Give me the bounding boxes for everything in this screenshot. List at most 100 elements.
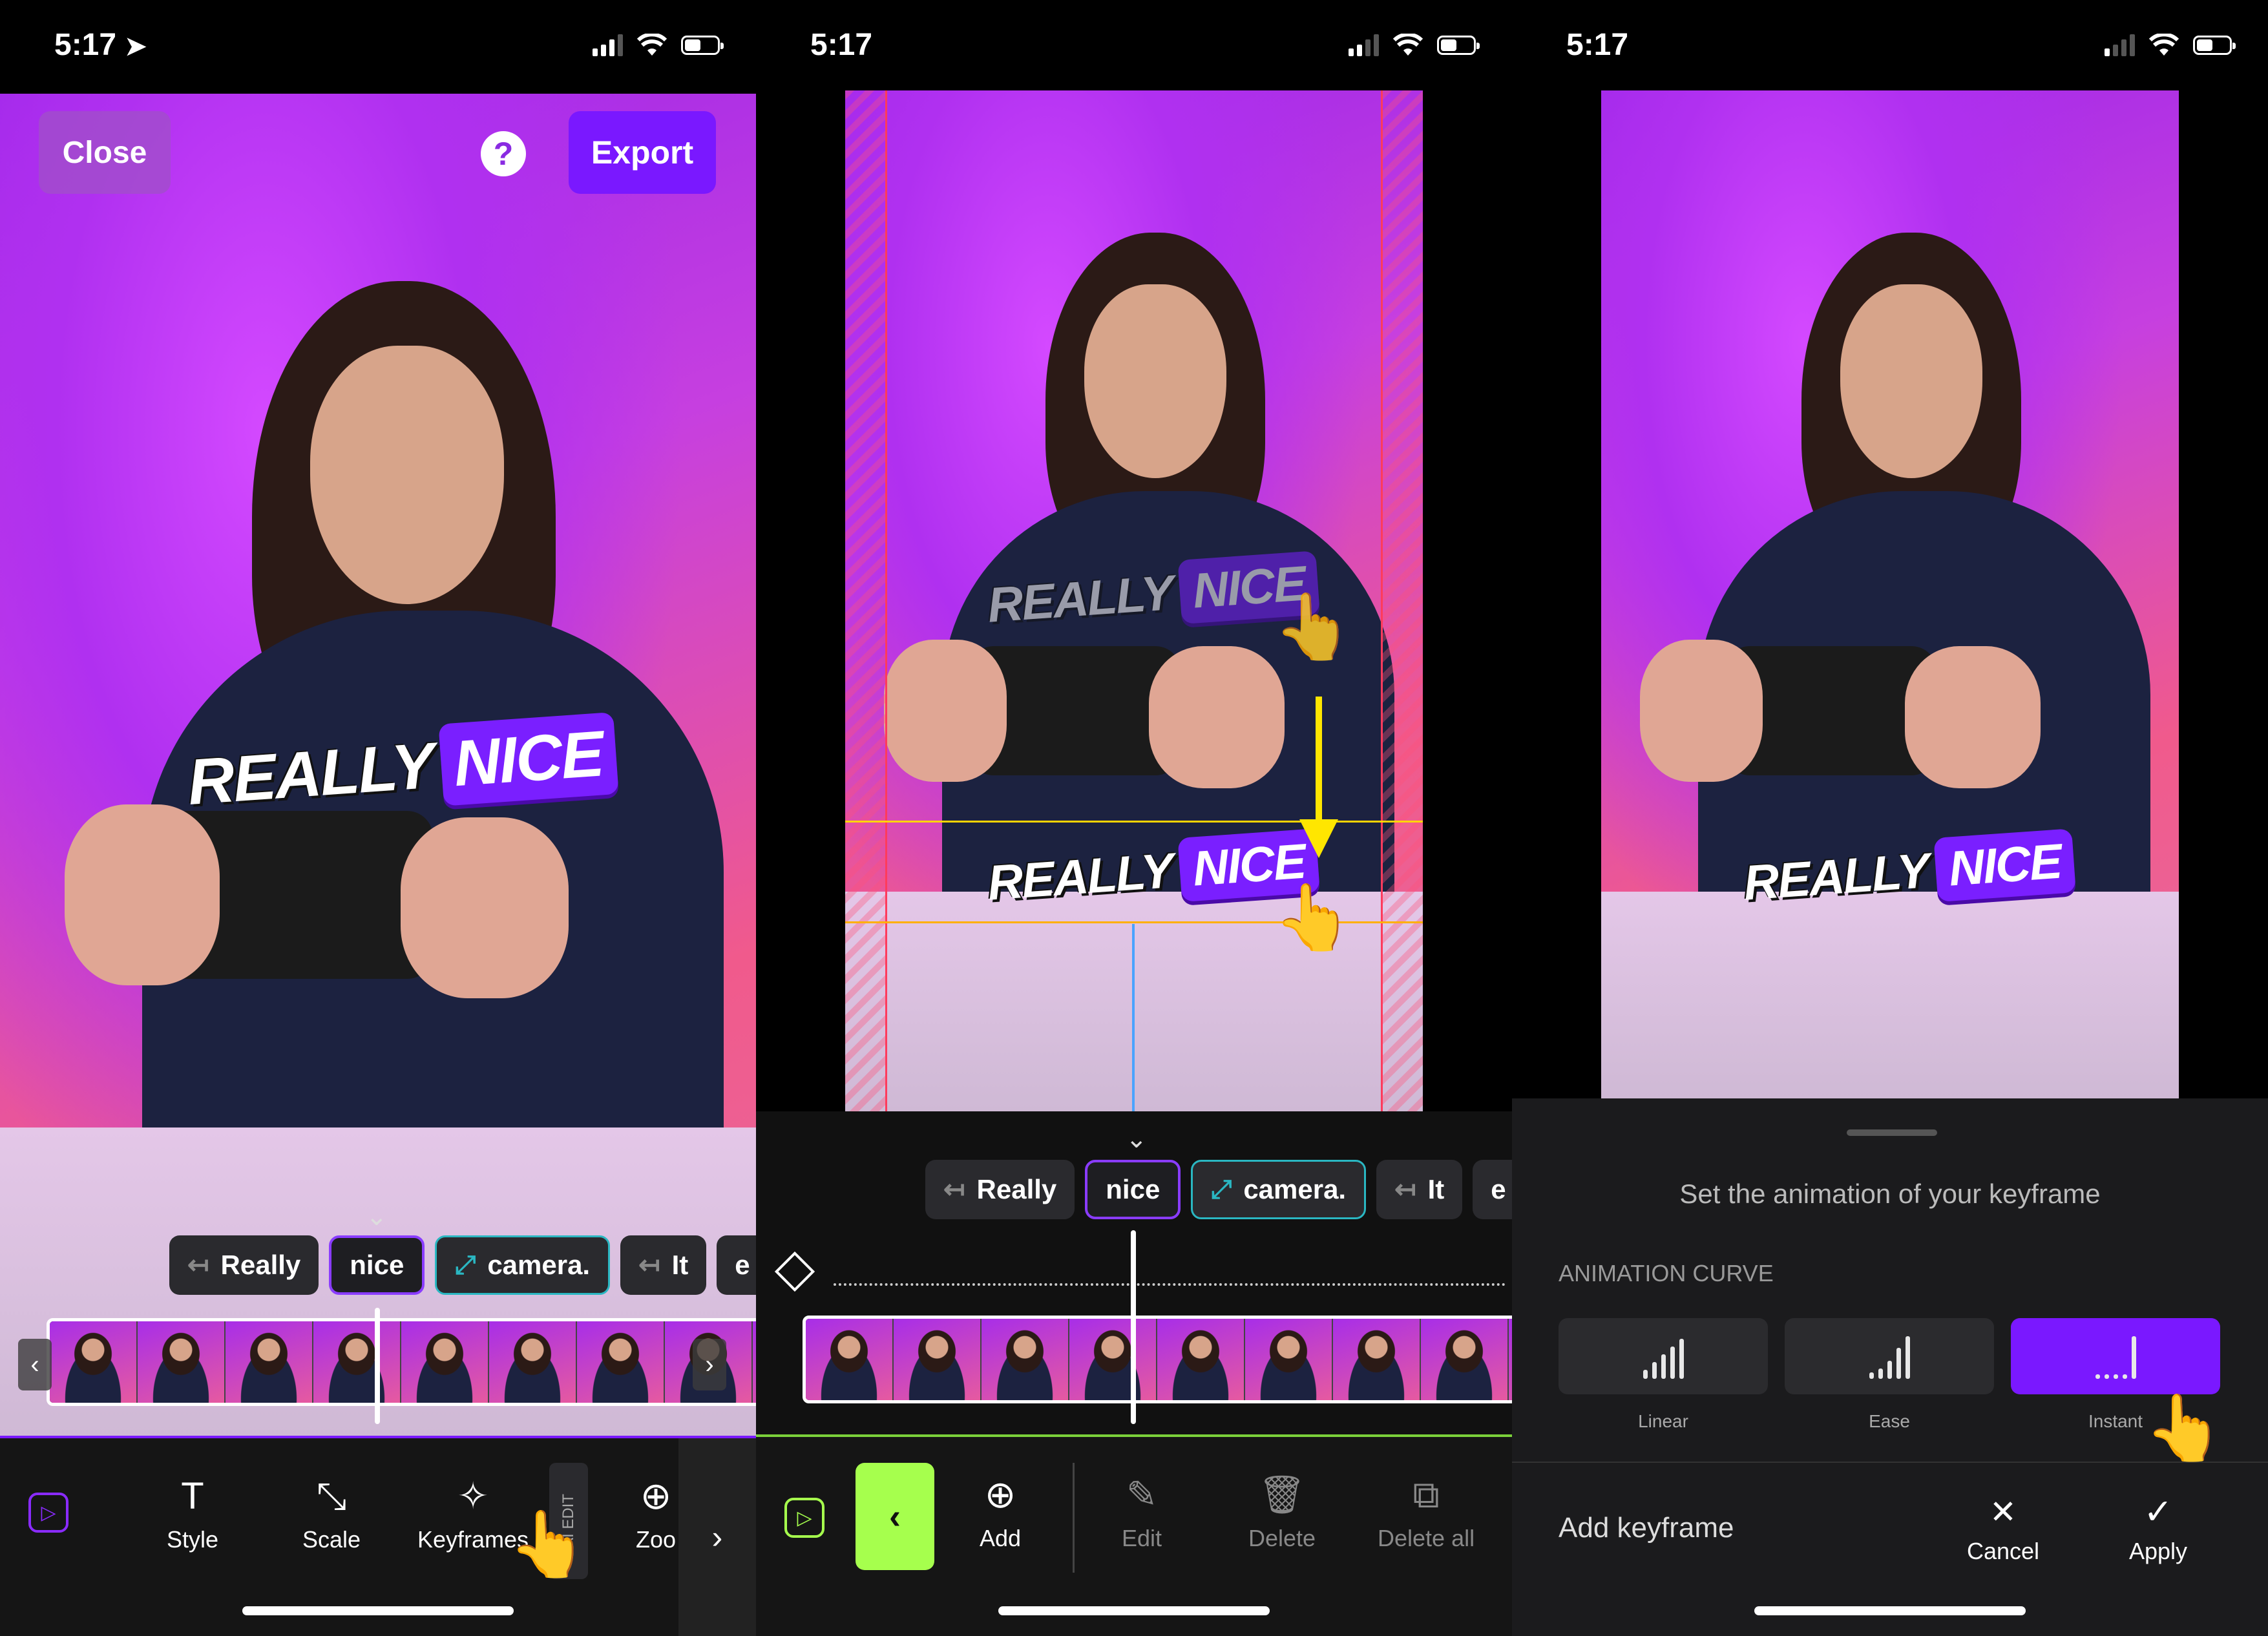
editor-panel-1: 5:17 ➤ REALLY NICE Close ? Export ⌄ ↤ Rea…	[0, 0, 756, 1636]
playhead[interactable]	[1131, 1230, 1136, 1424]
chip-it[interactable]: ↤ It	[1376, 1160, 1463, 1219]
play-icon[interactable]: ▷	[784, 1498, 824, 1538]
curve-linear-button[interactable]	[1559, 1318, 1768, 1394]
keyframes-icon: ✧	[457, 1475, 489, 1517]
signal-icon	[2105, 34, 2135, 56]
arrow-down-icon	[1299, 697, 1338, 858]
sheet-grabber[interactable]	[1847, 1129, 1937, 1136]
word-chips: ↤ Really nice ⤢ camera. ↤ It e	[169, 1235, 756, 1295]
split-icon: ↤	[943, 1175, 965, 1204]
timeline-filmstrip[interactable]	[803, 1316, 1512, 1403]
resize-icon: ⤢	[1211, 1175, 1232, 1204]
curve-instant-button[interactable]	[2011, 1318, 2220, 1394]
scale-icon: ⤡	[316, 1475, 347, 1517]
style-tool[interactable]: T Style	[167, 1477, 218, 1553]
apply-button[interactable]: ✓ Apply	[2106, 1493, 2210, 1565]
chip-really[interactable]: ↤ Really	[169, 1235, 319, 1295]
edit-icon: ✎	[1126, 1474, 1158, 1516]
split-icon: ↤	[638, 1251, 660, 1279]
split-icon: ↤	[1394, 1175, 1416, 1204]
hand-pointer-icon: 👆	[508, 1508, 589, 1580]
status-time: 5:17	[810, 28, 873, 62]
resize-icon: ⤢	[455, 1250, 476, 1279]
home-indicator	[242, 1606, 514, 1615]
text-icon: T	[181, 1475, 204, 1517]
status-bar: 5:17	[756, 0, 1512, 94]
chevron-down-icon: ⌄	[1126, 1125, 1148, 1153]
close-icon: ✕	[1990, 1494, 2017, 1530]
chip-it[interactable]: ↤ It	[620, 1235, 707, 1295]
delete-keyframe-tool[interactable]: 🗑 Delete	[1248, 1476, 1316, 1552]
signal-icon	[593, 34, 623, 56]
chip-e[interactable]: e	[717, 1235, 756, 1295]
signal-icon	[1349, 34, 1379, 56]
hand-pointer-icon: 👆	[2144, 1392, 2225, 1464]
chevron-right-icon: ›	[711, 1519, 723, 1555]
battery-icon	[2193, 36, 2236, 55]
status-time: 5:17 ➤	[54, 28, 147, 62]
scroll-left-button[interactable]: ‹	[18, 1339, 52, 1390]
scale-tool[interactable]: ⤡ Scale	[302, 1477, 361, 1553]
safe-zone-left	[845, 90, 887, 1111]
chip-camera[interactable]: ⤢ camera.	[1191, 1160, 1367, 1219]
chip-nice[interactable]: nice	[1085, 1160, 1181, 1219]
delete-all-keyframes-tool[interactable]: ⧉ Delete all	[1378, 1476, 1475, 1552]
edit-keyframe-tool[interactable]: ✎ Edit	[1122, 1476, 1162, 1552]
scroll-right-button[interactable]: ›	[693, 1339, 726, 1390]
location-arrow-icon: ➤	[125, 32, 147, 61]
wifi-icon	[2149, 34, 2179, 56]
instant-curve-icon	[2095, 1334, 2136, 1379]
export-button[interactable]: Export	[569, 111, 716, 194]
curve-ease-button[interactable]	[1785, 1318, 1994, 1394]
status-time: 5:17	[1566, 28, 1629, 62]
status-bar: 5:17	[1512, 0, 2268, 94]
sheet-title: Set the animation of your keyframe	[1679, 1179, 2101, 1209]
help-icon[interactable]: ?	[481, 131, 526, 176]
hand-pointer-icon: 👆	[1273, 881, 1354, 954]
split-icon: ↤	[187, 1251, 209, 1279]
chip-nice[interactable]: nice	[329, 1235, 425, 1295]
chip-e[interactable]: e	[1473, 1160, 1512, 1219]
check-icon: ✓	[2143, 1493, 2173, 1531]
toolbar-separator	[1073, 1463, 1075, 1573]
linear-curve-icon	[1643, 1334, 1684, 1379]
keyframe-animation-sheet: Set the animation of your keyframe ANIMA…	[1512, 1098, 2268, 1636]
play-icon[interactable]: ▷	[28, 1493, 68, 1533]
delete-all-icon: ⧉	[1412, 1474, 1440, 1516]
editor-panel-2: 5:17 REALLY NICE REALLY NICE 👆 👆 ⌄ ↤ Really	[756, 0, 1512, 1636]
word-chips: ↤ Really nice ⤢ camera. ↤ It e	[925, 1160, 1512, 1219]
delete-icon: 🗑	[1258, 1474, 1306, 1516]
wifi-icon	[637, 34, 667, 56]
editor-panel-3: 5:17 REALLY NICE Set the animation of you…	[1512, 0, 2268, 1636]
home-indicator	[1754, 1606, 2026, 1615]
playhead[interactable]	[375, 1308, 380, 1424]
ease-curve-icon	[1869, 1334, 1910, 1379]
curve-ease-label: Ease	[1869, 1411, 1910, 1431]
chevron-down-icon: ⌄	[366, 1202, 388, 1231]
wifi-icon	[1393, 34, 1423, 56]
close-button[interactable]: Close	[39, 111, 171, 194]
chip-camera[interactable]: ⤢ camera.	[435, 1235, 611, 1295]
chip-really[interactable]: ↤ Really	[925, 1160, 1075, 1219]
keyframe-track	[834, 1283, 1506, 1286]
caption-word-nice: NICE	[438, 712, 619, 806]
add-icon: ⊕	[984, 1474, 1016, 1516]
section-label: ANIMATION CURVE	[1559, 1260, 1774, 1286]
guide-line-center	[1132, 924, 1135, 1111]
video-preview[interactable]: REALLY NICE	[1601, 90, 2179, 1098]
back-button[interactable]: ‹	[856, 1463, 934, 1570]
add-keyframe-label: Add keyframe	[1559, 1512, 1734, 1544]
chevron-left-icon: ‹	[889, 1497, 901, 1536]
add-keyframe-tool[interactable]: ⊕ Add	[980, 1476, 1021, 1552]
status-bar: 5:17 ➤	[0, 0, 756, 94]
curve-linear-label: Linear	[1638, 1411, 1688, 1431]
timeline-filmstrip[interactable]	[47, 1318, 756, 1406]
battery-icon	[681, 36, 724, 55]
caption-word-really: REALLY	[185, 729, 436, 819]
cancel-button[interactable]: ✕ Cancel	[1951, 1493, 2055, 1565]
zoom-icon: ⊕	[640, 1475, 672, 1517]
battery-icon	[1437, 36, 1480, 55]
toolbar-more-button[interactable]: ›	[678, 1438, 756, 1636]
home-indicator	[998, 1606, 1270, 1615]
zoom-tool[interactable]: ⊕ Zoo	[636, 1477, 676, 1553]
